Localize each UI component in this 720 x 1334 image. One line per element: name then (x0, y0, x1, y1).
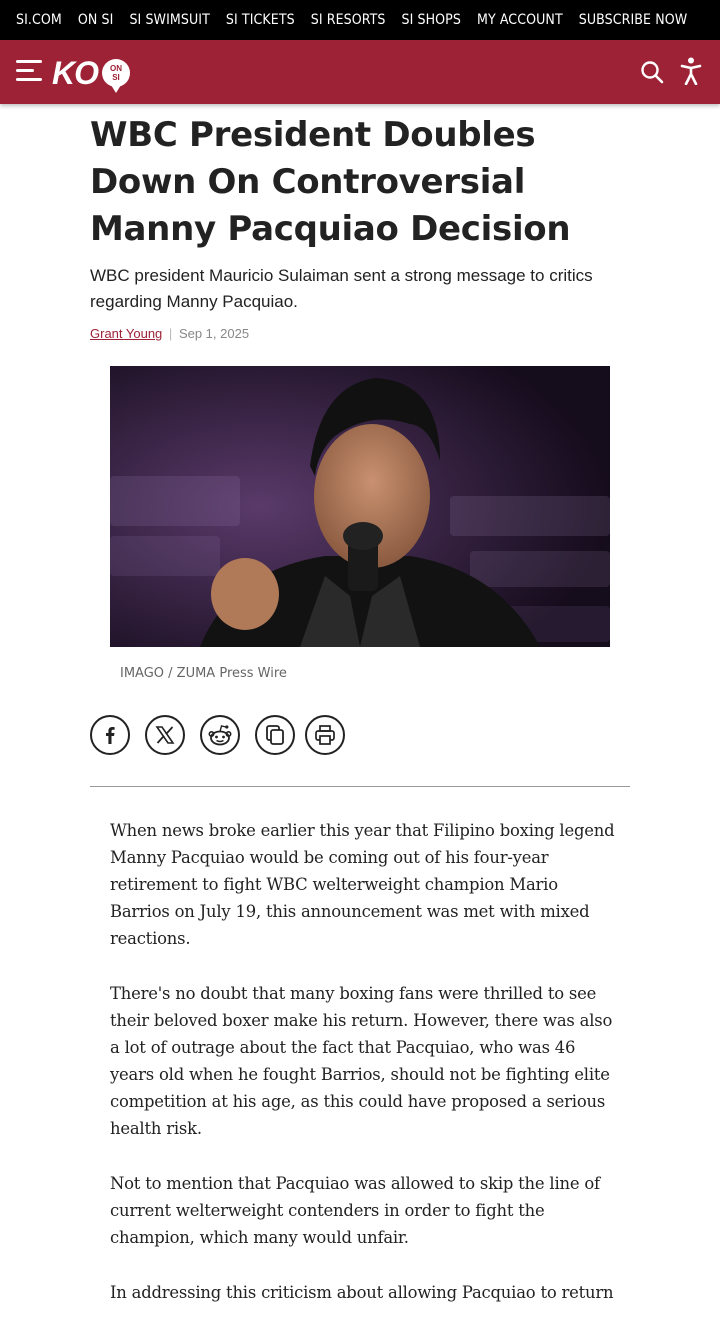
byline-separator: | (168, 326, 173, 341)
print-icon (315, 725, 335, 745)
x-icon (155, 726, 175, 744)
copy-link-button[interactable] (255, 715, 295, 755)
facebook-icon (106, 727, 115, 744)
logo-badge: ON SI (102, 59, 130, 93)
nav-link-my-account[interactable]: MY ACCOUNT (477, 12, 563, 28)
article-paragraph: When news broke earlier this year that F… (110, 821, 615, 948)
print-button[interactable] (305, 715, 345, 755)
hero-image (110, 366, 610, 647)
nav-link-si-resorts[interactable]: SI RESORTS (311, 12, 386, 28)
nav-link-subscribe-now[interactable]: SUBSCRIBE NOW (579, 12, 688, 28)
logo-text: KO (52, 55, 99, 91)
share-facebook-button[interactable] (90, 715, 130, 755)
logo-badge-top: ON (110, 64, 122, 73)
article-paragraph: In addressing this criticism about allow… (110, 1283, 614, 1302)
image-caption: IMAGO / ZUMA Press Wire (120, 666, 287, 681)
article-subtitle: WBC president Mauricio Sulaiman sent a s… (90, 266, 593, 311)
article-title: WBC President Doubles Down On Controvers… (90, 115, 571, 249)
top-site-nav: SI.COM ON SI SI SWIMSUIT SI TICKETS SI R… (0, 0, 720, 40)
nav-link-si-swimsuit[interactable]: SI SWIMSUIT (129, 12, 209, 28)
author-link[interactable]: Grant Young (90, 326, 162, 341)
copy-link-icon (266, 725, 284, 745)
hamburger-menu-icon[interactable] (16, 60, 42, 82)
nav-link-si-com[interactable]: SI.COM (16, 12, 62, 28)
article-paragraph: There's no doubt that many boxing fans w… (110, 984, 613, 1138)
article-body: When news broke earlier this year that F… (110, 817, 615, 1334)
publish-date: Sep 1, 2025 (178, 326, 250, 341)
search-icon[interactable] (640, 60, 664, 84)
hero-image-illustration (110, 366, 610, 647)
nav-link-si-tickets[interactable]: SI TICKETS (226, 12, 295, 28)
logo-badge-bottom: SI (112, 73, 120, 82)
reddit-icon (208, 725, 232, 746)
nav-link-on-si[interactable]: ON SI (78, 12, 114, 28)
article-paragraph: Not to mention that Pacquiao was allowed… (110, 1174, 600, 1247)
share-x-button[interactable] (145, 715, 185, 755)
accessibility-icon[interactable] (680, 57, 702, 85)
brand-header: KO ON SI (0, 40, 720, 104)
nav-link-si-shops[interactable]: SI SHOPS (401, 12, 461, 28)
byline: Grant Young | Sep 1, 2025 (90, 326, 249, 341)
share-reddit-button[interactable] (200, 715, 240, 755)
content-divider (90, 786, 630, 787)
site-logo[interactable]: KO ON SI (52, 53, 130, 93)
